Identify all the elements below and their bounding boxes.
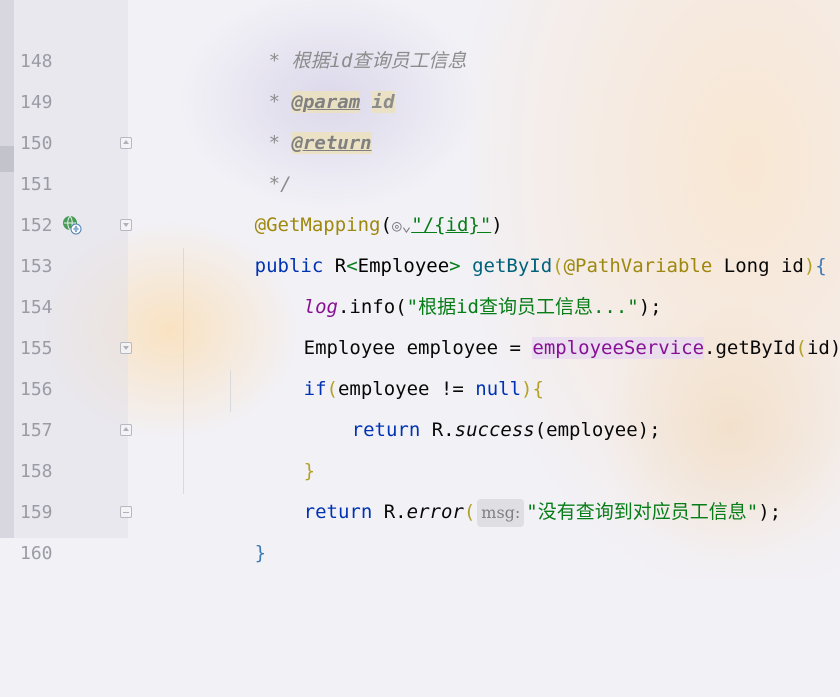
- fold-toggle[interactable]: [120, 137, 132, 149]
- code-line[interactable]: 157 return R.success(employee);: [0, 369, 840, 441]
- code-line[interactable]: 152 @GetMapping(◎⌄"/{id}"): [0, 164, 840, 236]
- code-line[interactable]: 150 * @return: [0, 82, 840, 154]
- fold-toggle[interactable]: [120, 219, 132, 231]
- code-line[interactable]: 154 log.info("根据id查询员工信息...");: [0, 246, 840, 318]
- fold-toggle[interactable]: [120, 424, 132, 436]
- code-line[interactable]: 148 * 根据id查询员工信息: [0, 0, 840, 72]
- code-line[interactable]: 156 if(employee != null){: [0, 328, 840, 400]
- web-endpoint-icon[interactable]: [62, 215, 82, 235]
- fold-toggle[interactable]: [120, 342, 132, 354]
- brace: }: [254, 542, 267, 564]
- code-line[interactable]: 159 return R.error(msg: "没有查询到对应员工信息");: [0, 451, 840, 527]
- code-line[interactable]: 149 * @param id: [0, 41, 840, 113]
- code-line[interactable]: 155 Employee employee = employeeService.…: [0, 287, 840, 359]
- code-line[interactable]: 160 }: [0, 492, 840, 564]
- fold-toggle[interactable]: [120, 506, 132, 518]
- code-line[interactable]: 158 }: [0, 410, 840, 482]
- code-line[interactable]: 153 public R<Employee> getById(@PathVari…: [0, 205, 840, 277]
- code-line[interactable]: 151 */: [0, 123, 840, 195]
- line-number: 160: [20, 543, 53, 564]
